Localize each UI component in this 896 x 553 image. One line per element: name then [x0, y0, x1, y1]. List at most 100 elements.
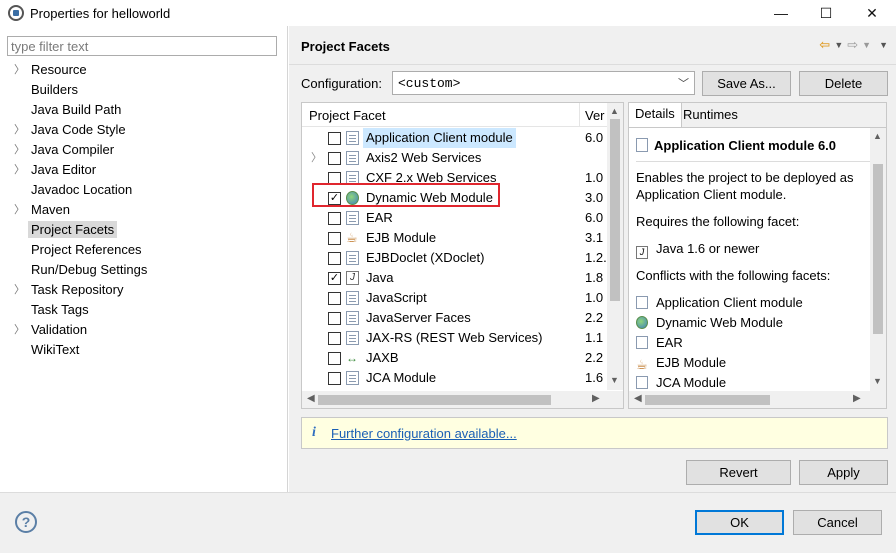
column-header-version[interactable]: Ver [585, 108, 605, 123]
save-as-button[interactable]: Save As... [702, 71, 791, 96]
ok-button[interactable]: OK [695, 510, 784, 535]
page-icon [346, 151, 359, 165]
nav-item-project-references[interactable]: Project References [0, 240, 287, 260]
facet-checkbox[interactable] [328, 312, 341, 325]
jar-icon: J [636, 246, 648, 259]
nav-item-javadoc-location[interactable]: Javadoc Location [0, 180, 287, 200]
maximize-button[interactable]: ☐ [803, 0, 849, 26]
scroll-left-icon[interactable]: ◀ [634, 393, 642, 404]
nav-item-java-code-style[interactable]: 〉 Java Code Style [0, 120, 287, 140]
facet-row-application-client-module[interactable]: Application Client module 6.0 [302, 128, 608, 148]
nav-item-builders[interactable]: Builders [0, 80, 287, 100]
nav-item-validation[interactable]: 〉 Validation [0, 320, 287, 340]
bean-icon: ☕ [636, 357, 648, 372]
page-icon [636, 376, 648, 389]
expand-chevron-icon[interactable]: 〉 [14, 160, 25, 180]
facet-checkbox-checked[interactable]: ✓ [328, 272, 341, 285]
details-description-cont: Application Client module. [636, 187, 787, 202]
facet-checkbox[interactable] [328, 352, 341, 365]
facet-row-ear[interactable]: EAR 6.0 [302, 208, 608, 228]
scroll-right-icon[interactable]: ▶ [592, 393, 600, 404]
facet-row-axis2-web-services[interactable]: 〉 Axis2 Web Services [302, 148, 608, 168]
scroll-down-icon[interactable]: ▼ [610, 375, 619, 385]
back-arrow-icon[interactable]: ⇦ [819, 37, 830, 53]
page-icon [346, 371, 359, 385]
tab-details[interactable]: Details [628, 102, 682, 127]
preferences-tree: 〉 Resource Builders Java Build Path 〉 Java… [0, 60, 287, 360]
nav-item-java-editor[interactable]: 〉 Java Editor [0, 160, 287, 180]
facet-checkbox[interactable] [328, 332, 341, 345]
details-vertical-scrollbar[interactable]: ▲ ▼ [870, 128, 886, 391]
view-menu-icon[interactable]: ▼ [879, 37, 888, 53]
scroll-left-icon[interactable]: ◀ [307, 393, 315, 404]
scroll-down-icon[interactable]: ▼ [873, 376, 882, 386]
delete-button[interactable]: Delete [799, 71, 888, 96]
expand-chevron-icon[interactable]: 〉 [14, 200, 25, 220]
expand-chevron-icon[interactable]: 〉 [14, 280, 25, 300]
tab-runtimes[interactable]: Runtimes [677, 104, 744, 127]
facet-row-java[interactable]: ✓ J Java 1.8 [302, 268, 608, 288]
apply-button[interactable]: Apply [799, 460, 888, 485]
window-title: Properties for helloworld [30, 5, 171, 21]
forward-dropdown-icon[interactable]: ▼ [862, 37, 871, 53]
facet-row-ejb-module[interactable]: ☕ EJB Module 3.1 [302, 228, 608, 248]
facet-checkbox[interactable] [328, 152, 341, 165]
facet-row-jca-module[interactable]: JCA Module 1.6 [302, 368, 608, 388]
facet-row-javaserver-faces[interactable]: JavaServer Faces 2.2 [302, 308, 608, 328]
facet-row-jaxb[interactable]: ↔ JAXB 2.2 [302, 348, 608, 368]
facet-horizontal-scrollbar[interactable]: ◀ ▶ [302, 391, 623, 408]
nav-item-run-debug-settings[interactable]: Run/Debug Settings [0, 260, 287, 280]
scroll-thumb[interactable] [318, 395, 551, 405]
back-dropdown-icon[interactable]: ▼ [834, 37, 843, 53]
nav-item-java-build-path[interactable]: Java Build Path [0, 100, 287, 120]
nav-item-wikitext[interactable]: WikiText [0, 340, 287, 360]
nav-item-maven[interactable]: 〉 Maven [0, 200, 287, 220]
expand-chevron-icon[interactable]: 〉 [14, 120, 25, 140]
facet-row-jax-rs[interactable]: JAX-RS (REST Web Services) 1.1 [302, 328, 608, 348]
facet-checkbox[interactable] [328, 132, 341, 145]
scroll-up-icon[interactable]: ▲ [610, 106, 619, 116]
configuration-label: Configuration: [301, 76, 382, 91]
further-configuration-link[interactable]: Further configuration available... [331, 426, 517, 441]
page-header: Project Facets ⇦ ▼ ⇨ ▼ ▼ [289, 26, 896, 64]
scroll-up-icon[interactable]: ▲ [873, 131, 882, 141]
nav-item-project-facets[interactable]: Project Facets [0, 220, 287, 240]
facet-checkbox[interactable] [328, 232, 341, 245]
conflicts-label: Conflicts with the following facets: [636, 268, 831, 283]
nav-item-java-compiler[interactable]: 〉 Java Compiler [0, 140, 287, 160]
facet-checkbox[interactable] [328, 252, 341, 265]
scroll-thumb[interactable] [610, 119, 620, 301]
forward-arrow-icon[interactable]: ⇨ [847, 37, 858, 53]
configuration-select[interactable]: <custom> ﹀ [392, 71, 695, 95]
scroll-thumb[interactable] [645, 395, 770, 405]
page-icon [346, 291, 359, 305]
help-icon[interactable]: ? [15, 511, 37, 533]
close-button[interactable]: ✕ [849, 0, 895, 26]
nav-item-task-repository[interactable]: 〉 Task Repository [0, 280, 287, 300]
minimize-button[interactable]: — [758, 0, 804, 26]
details-description: Enables the project to be deployed as [636, 170, 854, 185]
scroll-thumb[interactable] [873, 164, 883, 334]
nav-item-task-tags[interactable]: Task Tags [0, 300, 287, 320]
scroll-right-icon[interactable]: ▶ [853, 393, 861, 404]
column-header-facet[interactable]: Project Facet [309, 108, 386, 123]
facet-row-ejbdoclet[interactable]: EJBDoclet (XDoclet) 1.2. [302, 248, 608, 268]
facet-row-javascript[interactable]: JavaScript 1.0 [302, 288, 608, 308]
column-divider[interactable] [579, 103, 580, 127]
facet-vertical-scrollbar[interactable]: ▲ ▼ [607, 103, 623, 390]
expand-chevron-icon[interactable]: 〉 [14, 140, 25, 160]
expand-chevron-icon[interactable]: 〉 [311, 148, 322, 168]
nav-item-resource[interactable]: 〉 Resource [0, 60, 287, 80]
header-divider [289, 64, 896, 65]
filter-input[interactable] [7, 36, 277, 56]
details-divider [636, 161, 880, 162]
expand-chevron-icon[interactable]: 〉 [14, 320, 25, 340]
facet-checkbox[interactable] [328, 212, 341, 225]
expand-chevron-icon[interactable]: 〉 [14, 60, 25, 80]
facet-checkbox[interactable] [328, 372, 341, 385]
cancel-button[interactable]: Cancel [793, 510, 882, 535]
facet-checkbox[interactable] [328, 292, 341, 305]
revert-button[interactable]: Revert [686, 460, 791, 485]
details-horizontal-scrollbar[interactable]: ◀ ▶ [629, 391, 886, 408]
page-icon [346, 311, 359, 325]
